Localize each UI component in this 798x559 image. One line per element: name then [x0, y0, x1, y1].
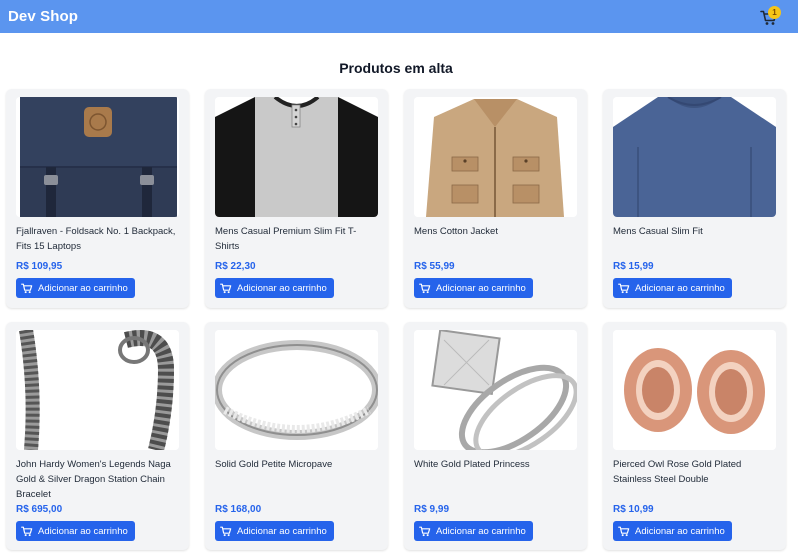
cart-icon	[419, 283, 431, 293]
product-title[interactable]: Pierced Owl Rose Gold Plated Stainless S…	[613, 457, 773, 487]
brand-logo[interactable]: Dev Shop	[8, 8, 78, 25]
add-to-cart-label: Adicionar ao carrinho	[635, 525, 725, 537]
product-price: R$ 695,00	[16, 504, 63, 515]
product-grid: Fjallraven - Foldsack No. 1 Backpack, Fi…	[6, 89, 788, 550]
add-to-cart-label: Adicionar ao carrinho	[38, 282, 128, 294]
product-title[interactable]: Fjallraven - Foldsack No. 1 Backpack, Fi…	[16, 224, 176, 254]
product-price: R$ 9,99	[414, 504, 450, 515]
product-price: R$ 15,99	[613, 261, 654, 272]
product-image-plugs[interactable]	[613, 330, 776, 450]
product-title[interactable]: Mens Cotton Jacket	[414, 224, 574, 239]
product-card: Mens Cotton Jacket R$ 55,99 Adicionar ao…	[404, 89, 587, 308]
product-image-ring[interactable]	[215, 330, 378, 450]
product-image-tshirt[interactable]	[215, 97, 378, 217]
add-to-cart-label: Adicionar ao carrinho	[237, 525, 327, 537]
product-price: R$ 22,30	[215, 261, 256, 272]
product-card: Pierced Owl Rose Gold Plated Stainless S…	[603, 322, 786, 550]
product-image-longsleeve[interactable]	[613, 97, 776, 217]
product-title[interactable]: John Hardy Women's Legends Naga Gold & S…	[16, 457, 176, 502]
product-image-backpack[interactable]	[16, 97, 179, 217]
product-image-princess-ring[interactable]	[414, 330, 577, 450]
add-to-cart-button[interactable]: Adicionar ao carrinho	[16, 278, 135, 298]
cart-button[interactable]: 1	[760, 5, 786, 29]
add-to-cart-label: Adicionar ao carrinho	[436, 525, 526, 537]
add-to-cart-button[interactable]: Adicionar ao carrinho	[613, 521, 732, 541]
product-card: White Gold Plated Princess R$ 9,99 Adici…	[404, 322, 587, 550]
product-title[interactable]: Solid Gold Petite Micropave	[215, 457, 375, 472]
add-to-cart-label: Adicionar ao carrinho	[635, 282, 725, 294]
cart-icon	[618, 283, 630, 293]
cart-icon	[618, 526, 630, 536]
product-price: R$ 55,99	[414, 261, 455, 272]
add-to-cart-button[interactable]: Adicionar ao carrinho	[215, 278, 334, 298]
add-to-cart-button[interactable]: Adicionar ao carrinho	[414, 278, 533, 298]
product-title[interactable]: Mens Casual Slim Fit	[613, 224, 773, 239]
product-card: Solid Gold Petite Micropave R$ 168,00 Ad…	[205, 322, 388, 550]
product-image-jacket[interactable]	[414, 97, 577, 217]
cart-icon	[220, 283, 232, 293]
add-to-cart-label: Adicionar ao carrinho	[436, 282, 526, 294]
add-to-cart-button[interactable]: Adicionar ao carrinho	[215, 521, 334, 541]
add-to-cart-label: Adicionar ao carrinho	[237, 282, 327, 294]
top-navbar: Dev Shop 1	[0, 0, 798, 33]
add-to-cart-button[interactable]: Adicionar ao carrinho	[613, 278, 732, 298]
product-card: Fjallraven - Foldsack No. 1 Backpack, Fi…	[6, 89, 189, 308]
cart-count-badge: 1	[768, 5, 781, 19]
cart-icon	[419, 526, 431, 536]
add-to-cart-button[interactable]: Adicionar ao carrinho	[16, 521, 135, 541]
product-price: R$ 109,95	[16, 261, 63, 272]
add-to-cart-label: Adicionar ao carrinho	[38, 525, 128, 537]
product-price: R$ 10,99	[613, 504, 654, 515]
add-to-cart-button[interactable]: Adicionar ao carrinho	[414, 521, 533, 541]
cart-icon	[220, 526, 232, 536]
cart-icon	[21, 526, 33, 536]
product-title[interactable]: Mens Casual Premium Slim Fit T-Shirts	[215, 224, 375, 254]
product-price: R$ 168,00	[215, 504, 262, 515]
product-card: Mens Casual Premium Slim Fit T-Shirts R$…	[205, 89, 388, 308]
section-title: Produtos em alta	[339, 60, 453, 76]
product-card: John Hardy Women's Legends Naga Gold & S…	[6, 322, 189, 550]
product-card: Mens Casual Slim Fit R$ 15,99 Adicionar …	[603, 89, 786, 308]
product-image-bracelet[interactable]	[16, 330, 179, 450]
cart-icon	[21, 283, 33, 293]
product-title[interactable]: White Gold Plated Princess	[414, 457, 574, 472]
